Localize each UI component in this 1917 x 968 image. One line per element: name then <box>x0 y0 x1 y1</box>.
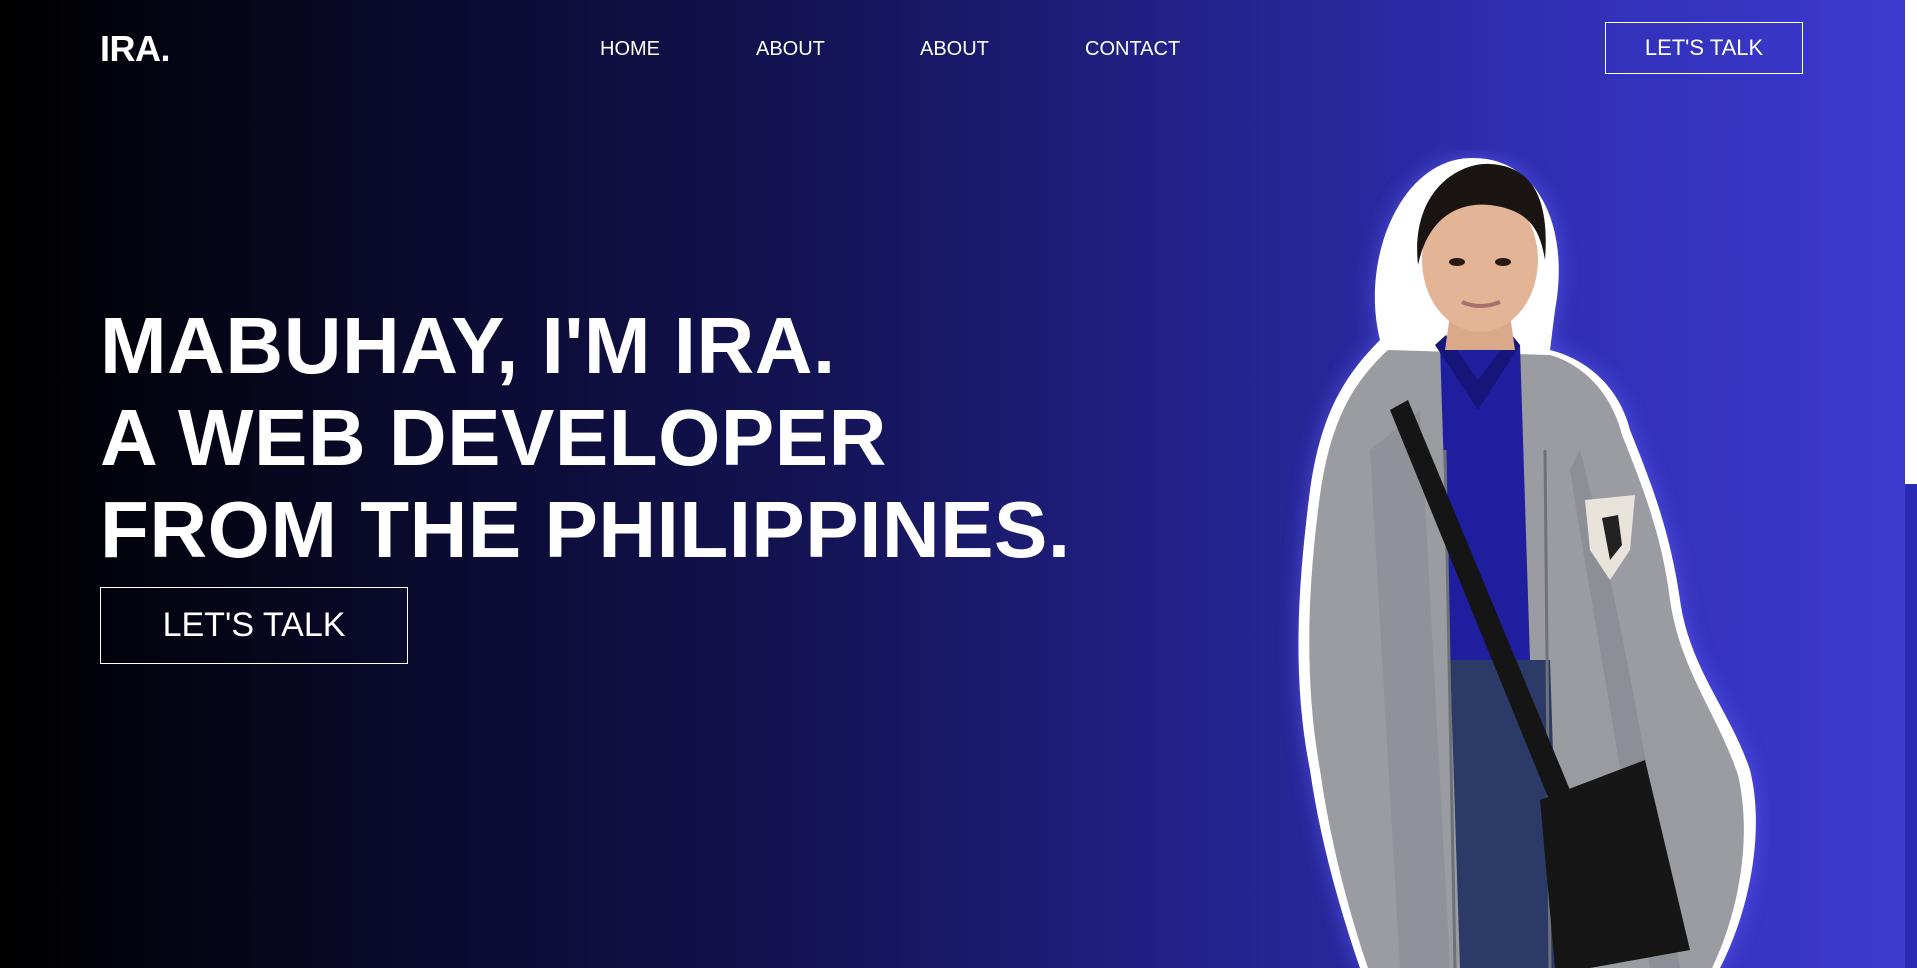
hero-title-line-1: MABUHAY, I'M IRA. <box>100 301 836 390</box>
lets-talk-hero-button[interactable]: LET'S TALK <box>100 587 408 664</box>
navbar: IRA. HOME ABOUT ABOUT CONTACT LET'S TALK <box>0 0 1905 100</box>
hero-title-line-3: FROM THE PHILIPPINES. <box>100 485 1071 574</box>
hero-title-line-2: A WEB DEVELOPER <box>100 393 887 482</box>
nav-link-home[interactable]: HOME <box>600 38 660 61</box>
hero-title: MABUHAY, I'M IRA. A WEB DEVELOPER FROM T… <box>100 300 1071 576</box>
nav-link-contact[interactable]: CONTACT <box>1085 38 1180 61</box>
nav-link-about[interactable]: ABOUT <box>756 38 825 61</box>
lets-talk-header-button[interactable]: LET'S TALK <box>1605 22 1803 74</box>
nav-link-about-2[interactable]: ABOUT <box>920 38 989 61</box>
scrollbar[interactable] <box>1905 0 1917 968</box>
portrait-photo <box>1298 157 1756 968</box>
logo[interactable]: IRA. <box>100 28 171 70</box>
scrollbar-thumb[interactable] <box>1905 0 1917 484</box>
